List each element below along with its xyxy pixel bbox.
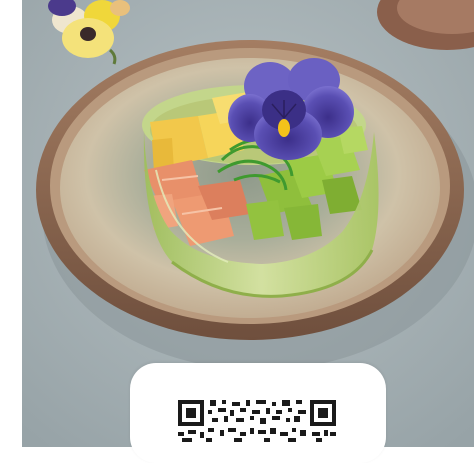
qr-code-svg [178, 400, 336, 442]
qr-card [130, 363, 386, 463]
qr-code-icon[interactable] [178, 398, 336, 442]
